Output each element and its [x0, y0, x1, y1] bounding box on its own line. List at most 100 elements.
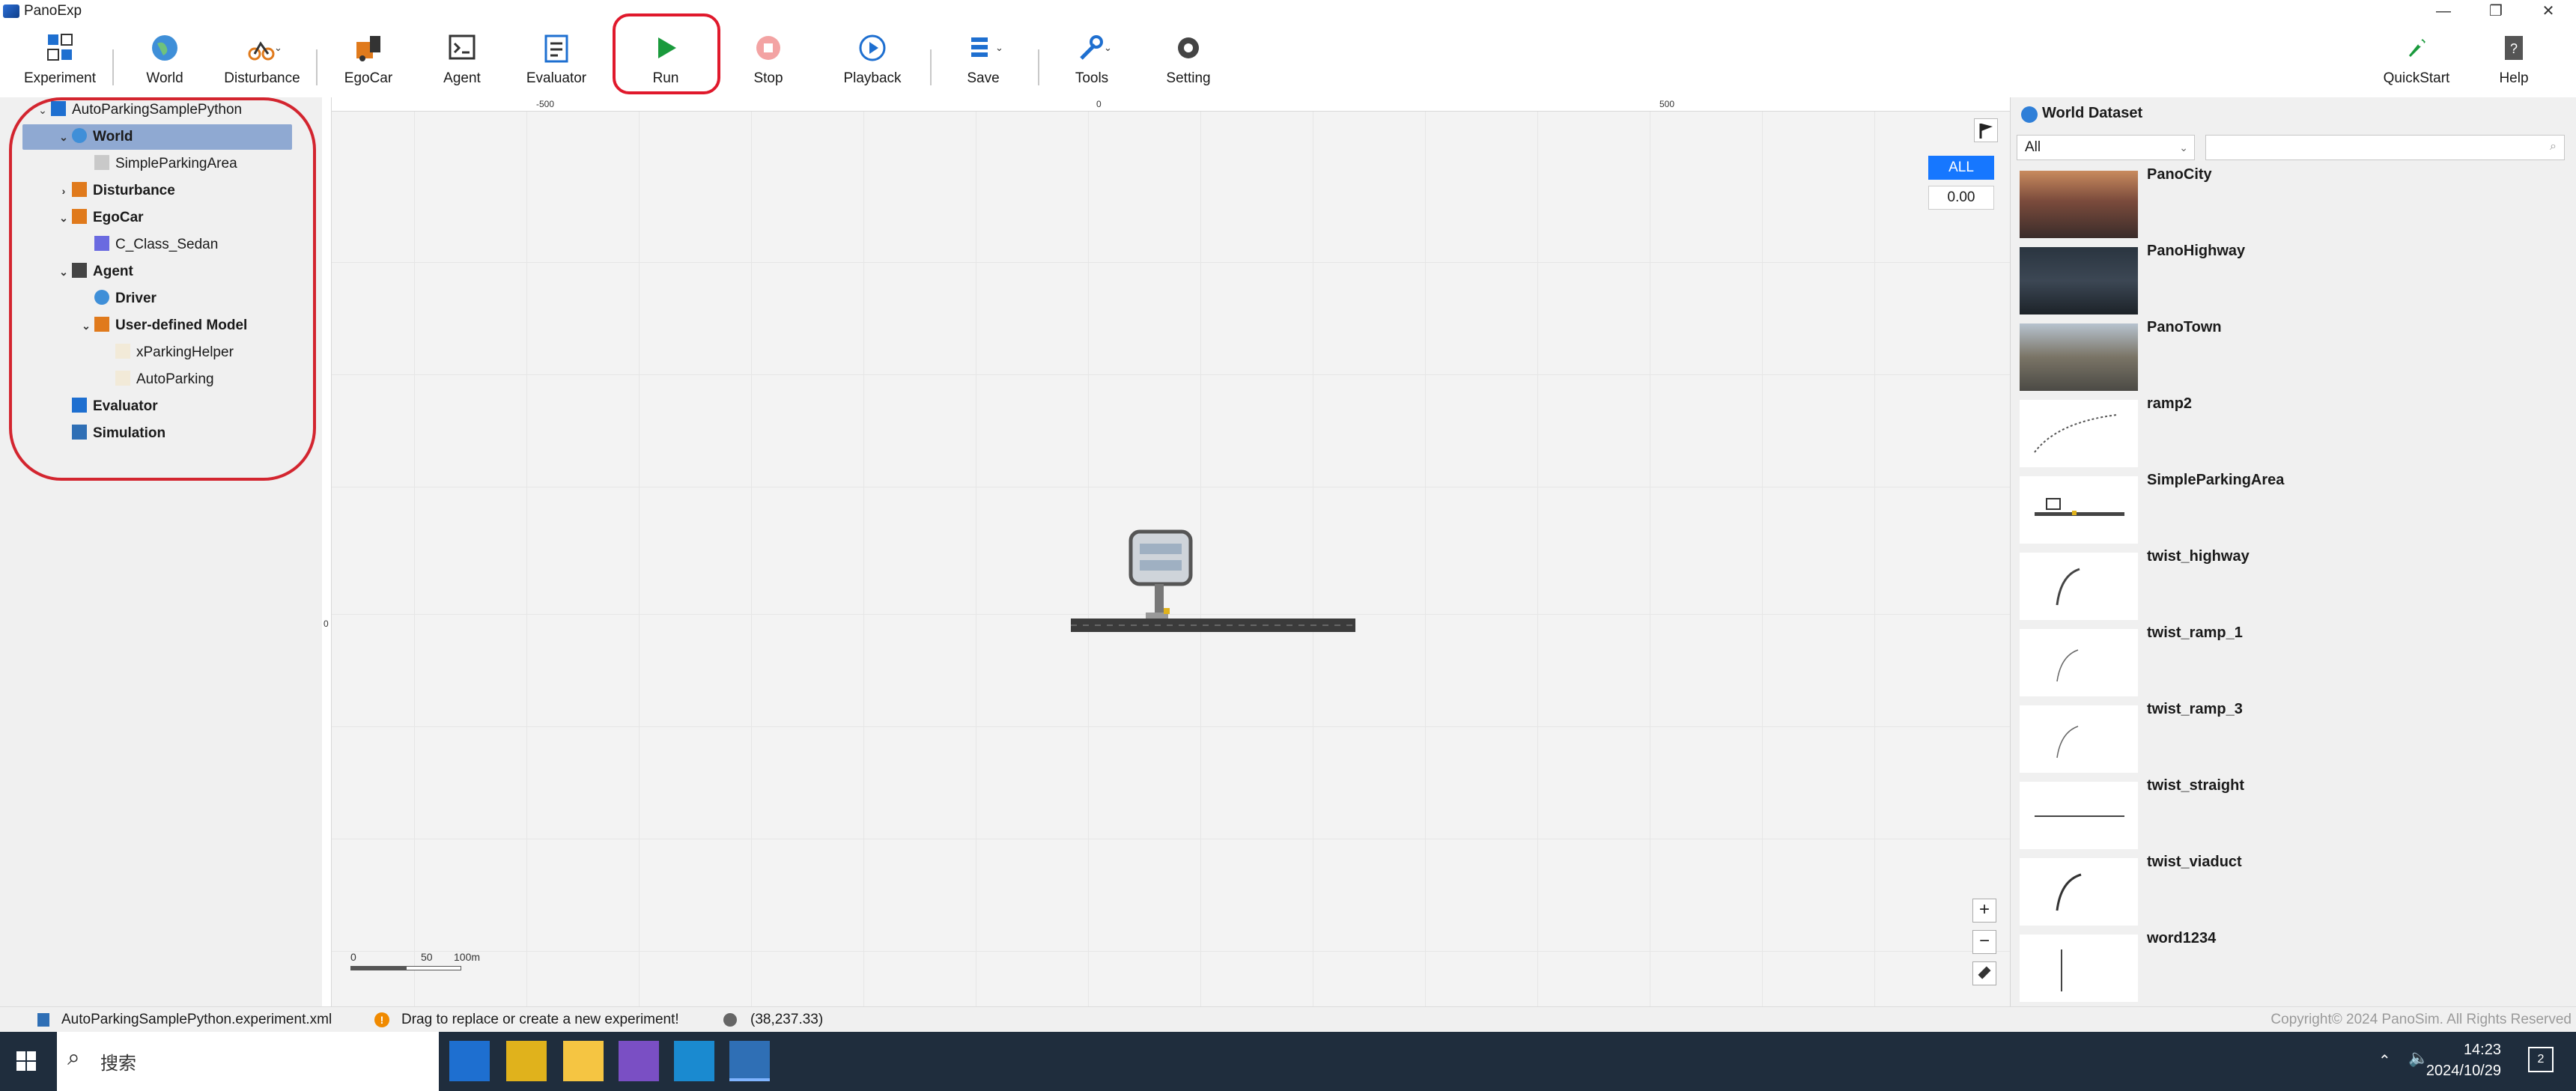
dataset-item-twist-ramp-1[interactable]: twist_ramp_1 — [2020, 624, 2574, 699]
help-icon: ? — [2497, 31, 2530, 64]
value-field[interactable]: 0.00 — [1928, 186, 1994, 210]
title-bar: PanoExp — ❐ ✕ — [0, 0, 2576, 22]
chevron-down-icon: ⌄ — [995, 42, 1003, 53]
dataset-item-name: ramp2 — [2147, 395, 2193, 412]
zoom-in-button[interactable]: + — [1972, 899, 1996, 923]
experiment-icon — [43, 31, 76, 64]
copyright-text: Copyright© 2024 PanoSim. All Rights Rese… — [2270, 1012, 2572, 1027]
taskbar: ⌕ 搜索 ⌃ 🔈 14:23 2024/10/29 2 — [0, 1032, 2576, 1091]
parking-area-map[interactable] — [1071, 524, 1385, 644]
dataset-thumbnail — [2020, 323, 2138, 391]
dataset-item-ramp2[interactable]: ramp2 — [2020, 395, 2574, 470]
chevron-up-icon[interactable]: ⌃ — [2378, 1051, 2391, 1070]
dataset-search-input[interactable]: ⌕ — [2205, 135, 2565, 160]
search-icon: ⌕ — [67, 1045, 80, 1070]
dataset-item-name: twist_straight — [2147, 777, 2245, 794]
setting-button[interactable]: Setting — [1143, 31, 1233, 91]
dataset-item-panocity[interactable]: PanoCity — [2020, 166, 2574, 241]
world-button[interactable]: World — [120, 31, 210, 91]
dataset-item-name: twist_ramp_3 — [2147, 701, 2243, 717]
egocar-button[interactable]: EgoCar — [323, 31, 413, 91]
disturbance-button[interactable]: ⌄ Disturbance — [217, 31, 307, 91]
tree-highlight-annotation — [9, 97, 316, 481]
taskbar-clock[interactable]: 14:23 2024/10/29 — [2426, 1039, 2501, 1081]
chevron-down-icon: ⌄ — [274, 42, 282, 53]
scale-mid: 50 — [421, 951, 433, 963]
egocar-icon — [352, 31, 385, 64]
all-layers-button[interactable]: ALL — [1928, 156, 1994, 180]
vscode-app-icon[interactable] — [449, 1041, 490, 1081]
window-title: PanoExp — [24, 3, 82, 19]
toolbar-divider — [316, 49, 318, 85]
dataset-item-twist-straight[interactable]: twist_straight — [2020, 777, 2574, 852]
dataset-thumbnail — [2020, 171, 2138, 238]
restore-button[interactable]: ❐ — [2471, 0, 2521, 22]
agent-label: Agent — [443, 70, 481, 86]
taskbar-search-text: 搜索 — [100, 1054, 136, 1074]
setting-label: Setting — [1166, 70, 1211, 86]
disturbance-icon: ⌄ — [246, 31, 282, 64]
dataset-item-name: PanoCity — [2147, 166, 2212, 183]
playback-button[interactable]: Playback — [827, 31, 917, 91]
save-button[interactable]: ⌄ Save — [938, 31, 1028, 91]
ruler-label: 0 — [1096, 99, 1102, 109]
search-icon: ⌕ — [2550, 140, 2557, 153]
ruler-icon — [1978, 966, 1991, 979]
quickstart-button[interactable]: QuickStart — [2372, 31, 2461, 91]
toolbar: Experiment World ⌄ Disturbance EgoCar Ag… — [0, 22, 2576, 97]
dataset-thumbnail — [2020, 400, 2138, 467]
refresh-icon[interactable] — [2021, 106, 2038, 123]
dataset-filter-value: All — [2025, 139, 2041, 155]
globe-icon — [148, 31, 181, 64]
disturbance-label: Disturbance — [224, 70, 300, 86]
notification-icon[interactable]: 2 — [2528, 1047, 2554, 1072]
taskbar-search-input[interactable]: ⌕ 搜索 — [57, 1032, 439, 1091]
windows-start-icon[interactable] — [16, 1051, 37, 1076]
dataset-item-twist-ramp-3[interactable]: twist_ramp_3 — [2020, 701, 2574, 776]
dataset-item-name: PanoHighway — [2147, 243, 2246, 259]
flag-icon[interactable] — [1974, 118, 1998, 142]
dataset-title: World Dataset — [2042, 105, 2143, 121]
evaluator-button[interactable]: Evaluator — [511, 31, 601, 91]
ruler-tool-button[interactable] — [1972, 961, 1996, 985]
world-label: World — [146, 70, 183, 86]
dataset-item-simpleparkingarea[interactable]: SimpleParkingArea — [2020, 472, 2574, 547]
dataset-item-panohighway[interactable]: PanoHighway — [2020, 243, 2574, 317]
visual-studio-icon[interactable] — [619, 1041, 659, 1081]
dataset-item-twist-highway[interactable]: twist_highway — [2020, 548, 2574, 623]
zoom-out-button[interactable]: − — [1972, 930, 1996, 954]
dataset-item-panotown[interactable]: PanoTown — [2020, 319, 2574, 394]
scene-canvas[interactable]: -500 0 500 0 ALL 0.00 + − 0 50 100m — [322, 97, 2010, 1006]
dataset-item-twist-viaduct[interactable]: twist_viaduct — [2020, 854, 2574, 929]
rocket-icon — [2400, 31, 2433, 64]
clock-date: 2024/10/29 — [2425, 1063, 2501, 1079]
scale-end: 100m — [454, 951, 481, 963]
stop-icon — [752, 31, 785, 64]
panoexp-app-icon[interactable] — [729, 1041, 770, 1081]
scale-start: 0 — [350, 951, 356, 963]
notification-count: 2 — [2537, 1053, 2545, 1066]
toolbar-divider — [112, 49, 114, 85]
help-button[interactable]: ? Help — [2469, 31, 2559, 91]
dataset-thumbnail — [2020, 553, 2138, 620]
app-logo-icon — [3, 4, 19, 18]
dataset-thumbnail — [2020, 629, 2138, 696]
dataset-item-name: twist_viaduct — [2147, 854, 2242, 870]
tools-icon: ⌄ — [1075, 31, 1112, 64]
chevron-down-icon: ⌄ — [1104, 42, 1112, 53]
minimize-button[interactable]: — — [2419, 0, 2468, 22]
svg-text:?: ? — [2510, 41, 2518, 56]
agent-button[interactable]: Agent — [417, 31, 507, 91]
tools-button[interactable]: ⌄ Tools — [1047, 31, 1137, 91]
calculator-icon[interactable] — [674, 1041, 714, 1081]
dataset-filter-select[interactable]: All ⌄ — [2017, 135, 2195, 160]
stop-button[interactable]: Stop — [723, 31, 813, 91]
dataset-item-word1234[interactable]: word1234 — [2020, 930, 2574, 1005]
git-app-icon[interactable] — [506, 1041, 547, 1081]
file-explorer-icon[interactable] — [563, 1041, 604, 1081]
save-label: Save — [967, 70, 1000, 86]
experiment-button[interactable]: Experiment — [15, 31, 105, 91]
agent-icon — [446, 31, 479, 64]
close-button[interactable]: ✕ — [2524, 0, 2573, 22]
clock-time: 14:23 — [2463, 1042, 2501, 1058]
